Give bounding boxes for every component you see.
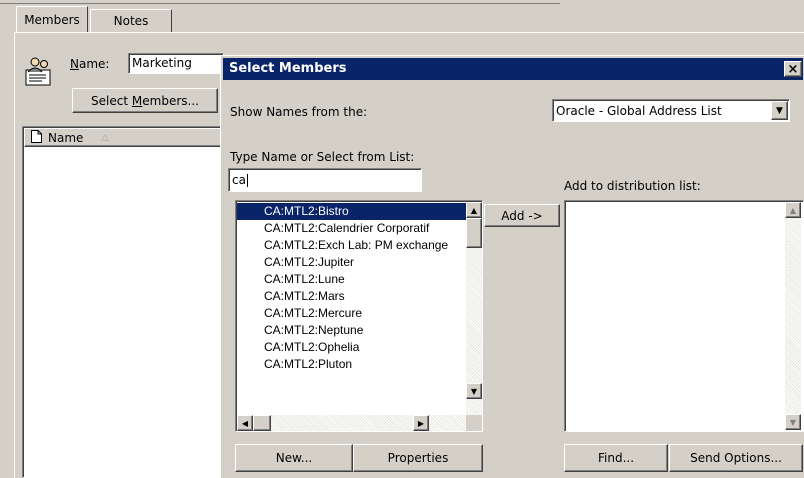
names-horizontal-scrollbar[interactable]: ◀ ▶ [237,415,466,431]
chevron-down-icon: ▼ [776,105,783,116]
column-header-name-label: Name [48,130,84,145]
tab-panel-border [14,32,804,33]
select-members-button[interactable]: Select Members... [72,88,218,113]
find-button-label: Find... [597,451,635,465]
list-item[interactable]: CA:MTL2:Pluton [237,356,466,373]
distribution-scroll-down-button[interactable]: ▼ [785,414,801,430]
document-icon [31,129,42,146]
search-value: ca [232,173,246,187]
show-names-label: Show Names from the: [230,105,368,119]
list-item[interactable]: CA:MTL2:Ophelia [237,339,466,356]
close-icon: × [787,61,799,77]
select-members-dialog: Select Members × Show Names from the: Or… [220,55,804,478]
search-input[interactable]: ca [228,168,422,192]
new-button[interactable]: New... [235,444,353,472]
horizontal-scroll-thumb[interactable] [253,415,271,431]
scroll-left-button[interactable]: ◀ [237,415,253,431]
list-item[interactable]: CA:MTL2:Mercure [237,305,466,322]
members-list[interactable]: Name △ [22,126,226,478]
address-book-dropdown-button[interactable]: ▼ [771,101,788,120]
address-book-value: Oracle - Global Address List [556,104,722,118]
select-members-label: Select Members... [91,93,199,108]
arrow-down-icon: ▼ [470,386,478,396]
list-item[interactable]: CA:MTL2:Lune [237,271,466,288]
list-item[interactable]: CA:MTL2:Jupiter [237,254,466,271]
tab-notes-label: Notes [113,14,149,28]
scroll-up-button[interactable]: ▲ [466,202,482,218]
arrow-up-icon: ▲ [789,205,797,215]
name-label-text: ame: [78,57,110,71]
tab-members[interactable]: Members [16,6,88,32]
add-button-label: Add -> [501,208,543,223]
distribution-scroll-up-button[interactable]: ▲ [785,202,801,218]
distribution-vertical-scrollbar[interactable]: ▲ ▼ [785,202,801,430]
list-item[interactable]: CA:MTL2:Exch Lab: PM exchange [237,237,466,254]
dialog-title: Select Members [229,61,347,76]
find-button[interactable]: Find... [564,444,668,472]
type-name-label: Type Name or Select from List: [230,150,415,164]
arrow-left-icon: ◀ [241,418,249,428]
dialog-title-bar: Select Members [223,58,803,80]
arrow-right-icon: ▶ [417,418,425,428]
scroll-down-button[interactable]: ▼ [466,383,482,399]
column-header-name[interactable]: Name △ [24,128,224,147]
names-list[interactable]: CA:MTL2:Bistro CA:MTL2:Calendrier Corpora… [235,200,483,432]
dialog-close-button[interactable]: × [784,61,802,77]
properties-button[interactable]: Properties [353,444,483,472]
arrow-down-icon: ▼ [789,417,797,427]
list-item[interactable]: CA:MTL2:Calendrier Corporatif [237,220,466,237]
list-item[interactable]: CA:MTL2:Mars [237,288,466,305]
group-name-input[interactable]: Marketing [128,53,224,74]
group-name-value: Marketing [132,56,192,70]
names-list-items: CA:MTL2:Bistro CA:MTL2:Calendrier Corpora… [237,203,466,415]
list-item[interactable]: CA:MTL2:Neptune [237,322,466,339]
name-label: Name: [70,56,109,72]
distribution-list[interactable]: ▲ ▼ [564,200,804,432]
list-item[interactable]: CA:MTL2:Bistro [237,203,466,220]
arrow-up-icon: ▲ [470,205,478,215]
scroll-thumb[interactable] [466,218,482,248]
add-button[interactable]: Add -> [484,204,560,227]
top-strip [0,0,560,4]
add-to-list-label: Add to distribution list: [564,179,701,193]
scrollbar-corner [466,415,482,431]
address-book-select[interactable]: Oracle - Global Address List [552,99,790,122]
send-options-button[interactable]: Send Options... [669,444,803,472]
scroll-right-button[interactable]: ▶ [413,415,429,431]
names-vertical-scrollbar[interactable]: ▲ ▼ [466,202,482,415]
tab-panel-left-border [14,32,15,478]
tab-members-label: Members [24,12,80,27]
send-options-button-label: Send Options... [690,451,782,465]
properties-button-label: Properties [387,451,449,465]
sort-ascending-icon: △ [101,132,109,143]
text-cursor [246,174,248,187]
tab-notes[interactable]: Notes [90,9,172,32]
new-button-label: New... [275,451,313,465]
name-label-accel: N [70,57,79,71]
people-icon [24,56,54,88]
